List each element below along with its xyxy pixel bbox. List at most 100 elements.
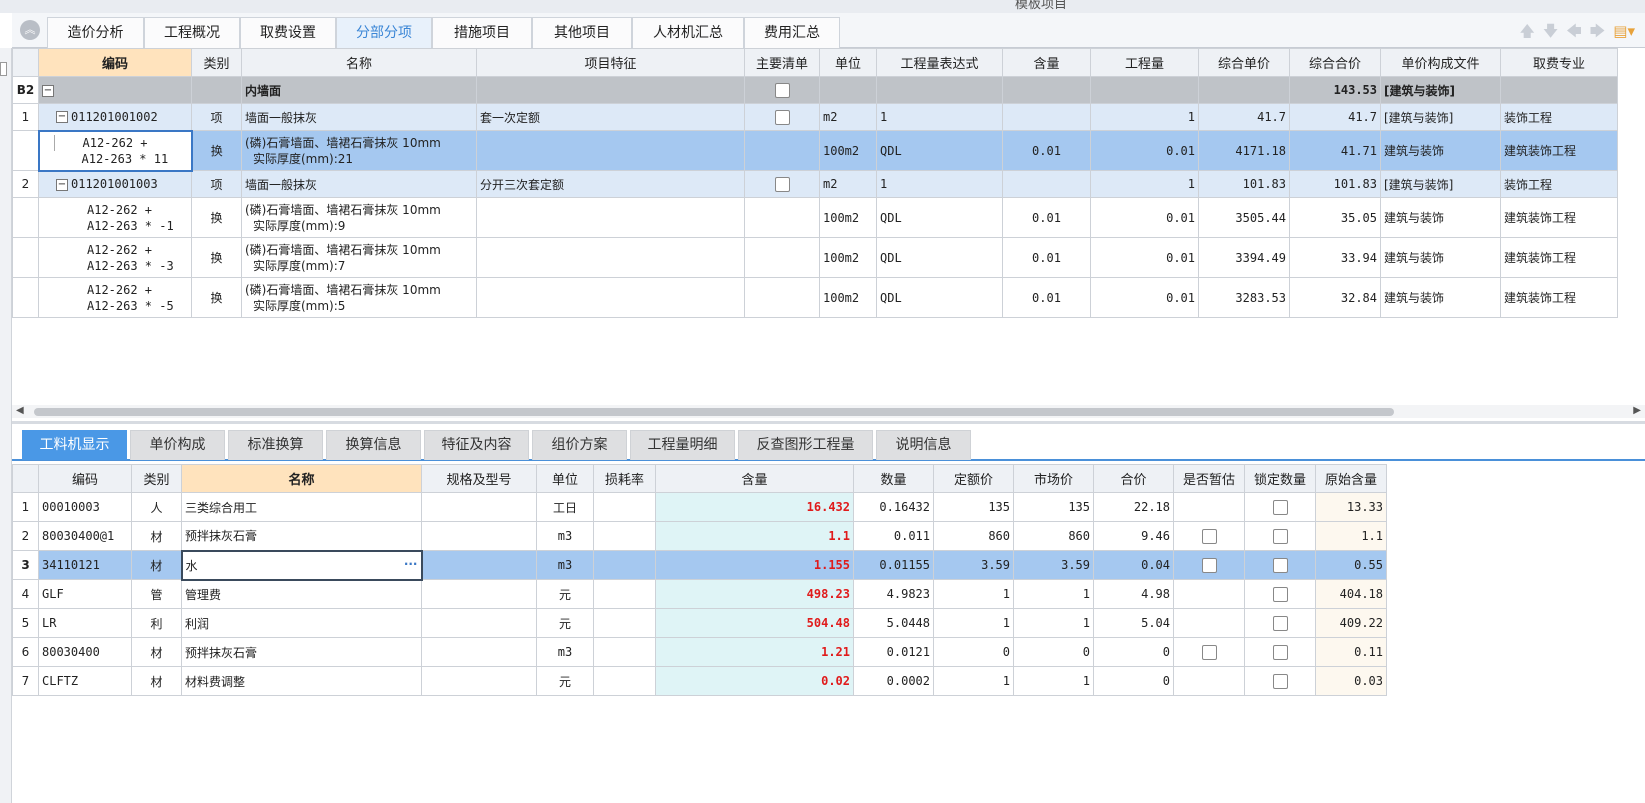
column-header[interactable]: 市场价 <box>1013 464 1094 493</box>
cell-type[interactable]: 换 <box>191 277 242 318</box>
column-header[interactable]: 主要清单 <box>744 48 820 77</box>
tab-sub-items[interactable]: 分部分项 <box>336 17 432 48</box>
cell-expr[interactable]: QDL <box>876 197 1003 238</box>
cell-amount[interactable]: 0.0121 <box>853 637 934 667</box>
cell-unit[interactable]: m2 <box>819 103 877 131</box>
cell-content[interactable]: 0.01 <box>1002 237 1091 278</box>
cell-qty[interactable]: 0.01 <box>1090 130 1199 171</box>
cell-estimate[interactable] <box>1173 550 1245 580</box>
cell-spec-model[interactable] <box>421 666 537 696</box>
subtab-labor-material[interactable]: 工料机显示 <box>22 430 127 460</box>
cell-expr[interactable]: QDL <box>876 237 1003 278</box>
cell-unit[interactable]: 元 <box>536 579 594 609</box>
cell-amount[interactable]: 5.0448 <box>853 608 934 638</box>
cell-spec[interactable]: 建筑装饰工程 <box>1500 130 1618 171</box>
estimate-checkbox[interactable] <box>1201 528 1217 544</box>
cell-code[interactable]: − <box>38 76 192 104</box>
table-row-quota[interactable]: A12-262 + A12-263 * -5 换 (磷)石膏墙面、墙裙石膏抹灰 … <box>12 277 1618 318</box>
chevron-up-double-icon[interactable]: ︽ <box>20 20 40 40</box>
cell-original-content[interactable]: 409.22 <box>1315 608 1387 638</box>
cell-market-price[interactable]: 1 <box>1013 579 1094 609</box>
cell-loss-rate[interactable] <box>593 666 656 696</box>
cell-lock-qty[interactable] <box>1244 666 1316 696</box>
cell-loss-rate[interactable] <box>593 550 656 580</box>
cell-code[interactable]: A12-262 + A12-263 * 11 <box>37 129 193 172</box>
cell-code[interactable]: A12-262 + A12-263 * -5 <box>38 277 192 318</box>
arrow-up-icon[interactable]: 🡅 <box>1519 22 1542 40</box>
column-header[interactable]: 取费专业 <box>1500 48 1618 77</box>
cell-expr[interactable]: 1 <box>876 103 1003 131</box>
cell-file[interactable]: [建筑与装饰] <box>1380 103 1501 131</box>
collapse-icon[interactable]: − <box>56 178 68 191</box>
column-header[interactable]: 名称 <box>241 48 477 77</box>
cell-content[interactable] <box>1002 103 1091 131</box>
subtab-conversion-info[interactable]: 换算信息 <box>326 430 421 460</box>
cell-total[interactable]: 33.94 <box>1289 237 1381 278</box>
cell-original-content[interactable]: 404.18 <box>1315 579 1387 609</box>
table-row[interactable]: 3 34110121 材水 ··· m3 1.155 0.01155 3.59 3.59 0.04… <box>12 549 1387 581</box>
table-row-item[interactable]: 2 −011201001003 项 墙面一般抹灰 分开三次套定额 m2 1 1 … <box>12 170 1618 198</box>
subtab-features[interactable]: 特征及内容 <box>424 430 529 460</box>
cell-name[interactable]: 内墙面 <box>241 76 477 104</box>
cell-total[interactable]: 9.46 <box>1093 521 1174 551</box>
column-header[interactable]: 项目特征 <box>476 48 745 77</box>
main-list-checkbox[interactable] <box>774 82 790 98</box>
cell-feature[interactable] <box>476 130 745 171</box>
lock-qty-checkbox[interactable] <box>1272 557 1288 573</box>
cell-qty[interactable]: 1 <box>1090 103 1199 131</box>
cell-total[interactable]: 0.04 <box>1093 550 1174 580</box>
cell-content[interactable]: 498.23 <box>655 579 854 609</box>
column-header[interactable]: 数量 <box>853 464 934 493</box>
estimate-checkbox[interactable] <box>1201 557 1217 573</box>
cell-code[interactable]: GLF <box>38 579 132 609</box>
cell-market-price[interactable]: 860 <box>1013 521 1094 551</box>
cell-price[interactable]: 101.83 <box>1198 170 1290 198</box>
cell-code[interactable]: CLFTZ <box>38 666 132 696</box>
cell-code[interactable]: −011201001002 <box>38 103 192 131</box>
cell-expr[interactable]: QDL <box>876 130 1003 171</box>
cell-content[interactable]: 0.01 <box>1002 130 1091 171</box>
cell-spec[interactable]: 建筑装饰工程 <box>1500 237 1618 278</box>
lock-qty-checkbox[interactable] <box>1272 586 1288 602</box>
cell-content[interactable]: 16.432 <box>655 492 854 522</box>
cell-spec[interactable]: 装饰工程 <box>1500 170 1618 198</box>
tab-measures[interactable]: 措施项目 <box>432 17 532 48</box>
table-row[interactable]: 5 LR 利利润元 504.48 5.0448 1 1 5.04 409.22 <box>12 608 1387 638</box>
cell-name[interactable]: 三类综合用工 <box>181 492 422 522</box>
cell-base-price[interactable]: 1 <box>933 666 1014 696</box>
cell-loss-rate[interactable] <box>593 521 656 551</box>
cell-unit[interactable] <box>819 76 877 104</box>
table-row[interactable]: 4 GLF 管管理费元 498.23 4.9823 1 1 4.98 404.18 <box>12 579 1387 609</box>
table-row[interactable]: 7 CLFTZ 材材料费调整元 0.02 0.0002 1 1 0 0.03 <box>12 666 1387 696</box>
column-header[interactable]: 单价构成文件 <box>1380 48 1501 77</box>
table-row-quota[interactable]: A12-262 + A12-263 * -3 换 (磷)石膏墙面、墙裙石膏抹灰 … <box>12 237 1618 278</box>
cell-code[interactable]: 00010003 <box>38 492 132 522</box>
cell-feature[interactable]: 套一次定额 <box>476 103 745 131</box>
subtab-graphic-quantity[interactable]: 反查图形工程量 <box>738 430 873 460</box>
cell-total[interactable]: 32.84 <box>1289 277 1381 318</box>
column-header[interactable]: 合价 <box>1093 464 1174 493</box>
cell-total[interactable]: 5.04 <box>1093 608 1174 638</box>
cell-content[interactable]: 0.01 <box>1002 197 1091 238</box>
cell-spec[interactable] <box>1500 76 1618 104</box>
cell-total[interactable]: 41.71 <box>1289 130 1381 171</box>
cell-qty[interactable]: 1 <box>1090 170 1199 198</box>
settings-tool-icon[interactable]: ▤▾ <box>1613 22 1635 40</box>
cell-total[interactable]: 35.05 <box>1289 197 1381 238</box>
name-edit-text[interactable]: 水 <box>186 559 198 573</box>
cell-original-content[interactable]: 13.33 <box>1315 492 1387 522</box>
cell-file[interactable]: [建筑与装饰] <box>1380 76 1501 104</box>
cell-file[interactable]: 建筑与装饰 <box>1380 277 1501 318</box>
arrow-right-icon[interactable]: 🡆 <box>1590 22 1614 40</box>
cell-code[interactable]: LR <box>38 608 132 638</box>
horizontal-scrollbar[interactable]: ◀ ▶ <box>12 405 1645 418</box>
column-header[interactable]: 工程量 <box>1090 48 1199 77</box>
cell-code[interactable]: A12-262 + A12-263 * -3 <box>38 237 192 278</box>
table-row[interactable]: 2 80030400@1 材预拌抹灰石膏 m3 1.1 0.011 860 860 9.46 1.… <box>12 521 1387 551</box>
cell-amount[interactable]: 0.01155 <box>853 550 934 580</box>
cell-lock-qty[interactable] <box>1244 608 1316 638</box>
cell-price[interactable]: 3505.44 <box>1198 197 1290 238</box>
column-header[interactable]: 编码 <box>38 464 132 493</box>
cell-name[interactable]: 墙面一般抹灰 <box>241 103 477 131</box>
arrow-down-icon[interactable]: 🡇 <box>1543 22 1566 40</box>
